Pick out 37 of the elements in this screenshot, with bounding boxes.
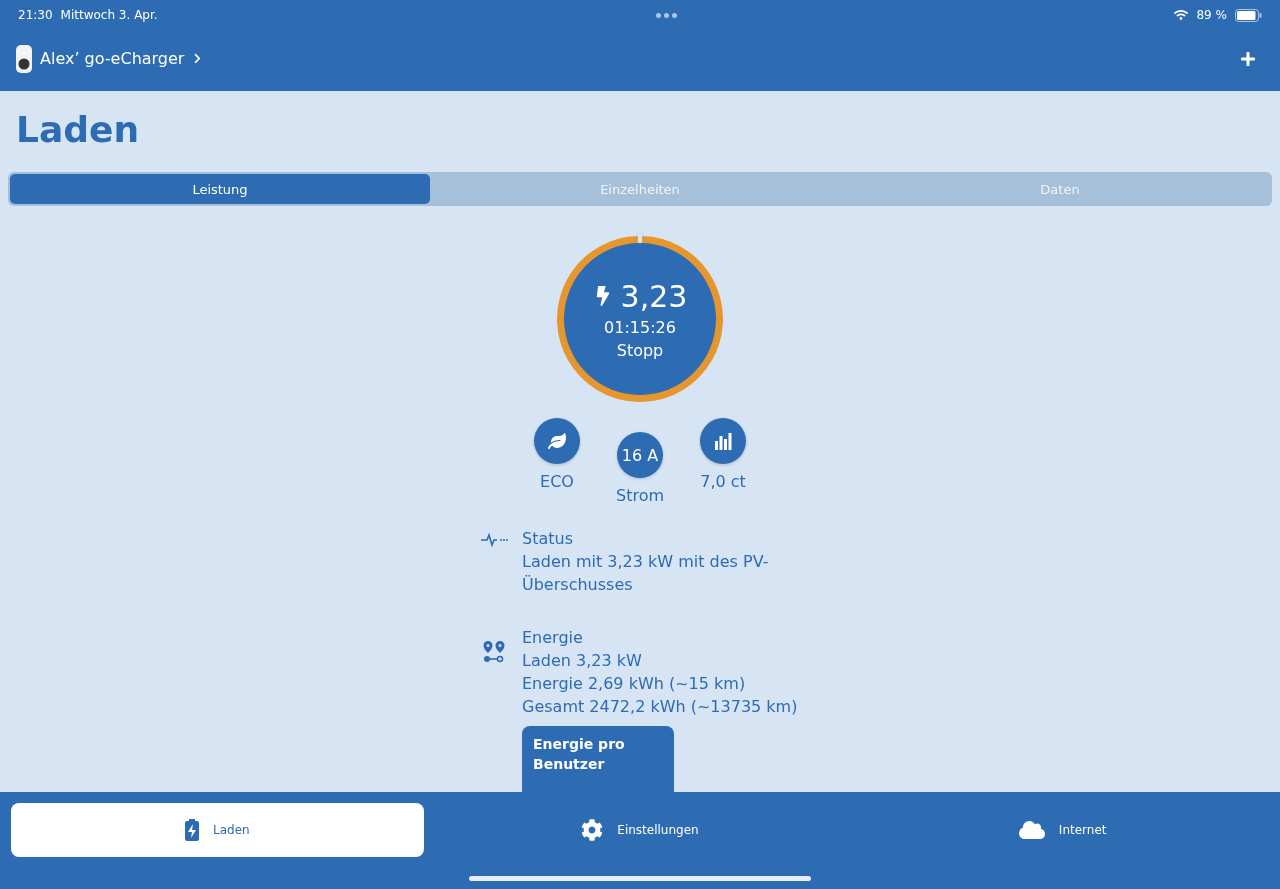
settings-icon xyxy=(581,819,604,841)
battery-charging-icon xyxy=(185,819,199,841)
control-label: Strom xyxy=(616,486,664,505)
eco-button[interactable] xyxy=(534,418,580,464)
bar-chart-icon xyxy=(714,432,732,450)
add-icon[interactable] xyxy=(1240,50,1256,67)
device-selector[interactable]: Alex’ go-eCharger xyxy=(16,44,204,73)
price-button[interactable] xyxy=(700,418,746,464)
multitasking-dots-icon[interactable] xyxy=(655,12,677,18)
charger-device-icon xyxy=(16,44,32,73)
bottom-tab[interactable]: Laden xyxy=(11,803,424,857)
wifi-icon xyxy=(1174,8,1189,22)
status-time: 21:30 xyxy=(18,8,53,22)
section-text: Gesamt 2472,2 kWh (~13735 km) xyxy=(522,696,798,718)
charging-gauge-button[interactable]: 3,23 01:15:26 Stopp xyxy=(564,243,716,395)
control-label: ECO xyxy=(540,472,574,491)
section-title: Energie xyxy=(522,627,584,649)
status-date: Mittwoch 3. Apr. xyxy=(60,8,158,22)
route-pins-icon xyxy=(482,640,506,664)
battery-percentage: 89 % xyxy=(1196,8,1227,22)
bottom-tab[interactable]: Internet xyxy=(856,803,1269,857)
section-text: Energie 2,69 kWh (~15 km) xyxy=(522,673,747,695)
bottom-tab[interactable]: Einstellungen xyxy=(433,803,847,857)
current-button[interactable]: 16 A xyxy=(617,432,663,478)
segment-tab[interactable]: Leistung xyxy=(10,174,430,204)
section-text: Laden mit 3,23 kW mit des PV-Überschusses xyxy=(522,551,770,596)
battery-icon xyxy=(1235,8,1262,22)
power-value: 3,23 xyxy=(620,278,688,314)
leaf-icon xyxy=(548,432,566,450)
page-title: Laden xyxy=(16,109,141,150)
section-text: Laden 3,23 kW xyxy=(522,650,643,672)
energy-per-user-button[interactable]: Energie pro Benutzer xyxy=(522,726,674,792)
control-label: 7,0 ct xyxy=(700,472,746,491)
charging-duration: 01:15:26 xyxy=(604,317,676,337)
pulse-icon xyxy=(480,533,508,547)
section-title: Status xyxy=(522,528,574,550)
stop-label: Stopp xyxy=(616,340,664,360)
